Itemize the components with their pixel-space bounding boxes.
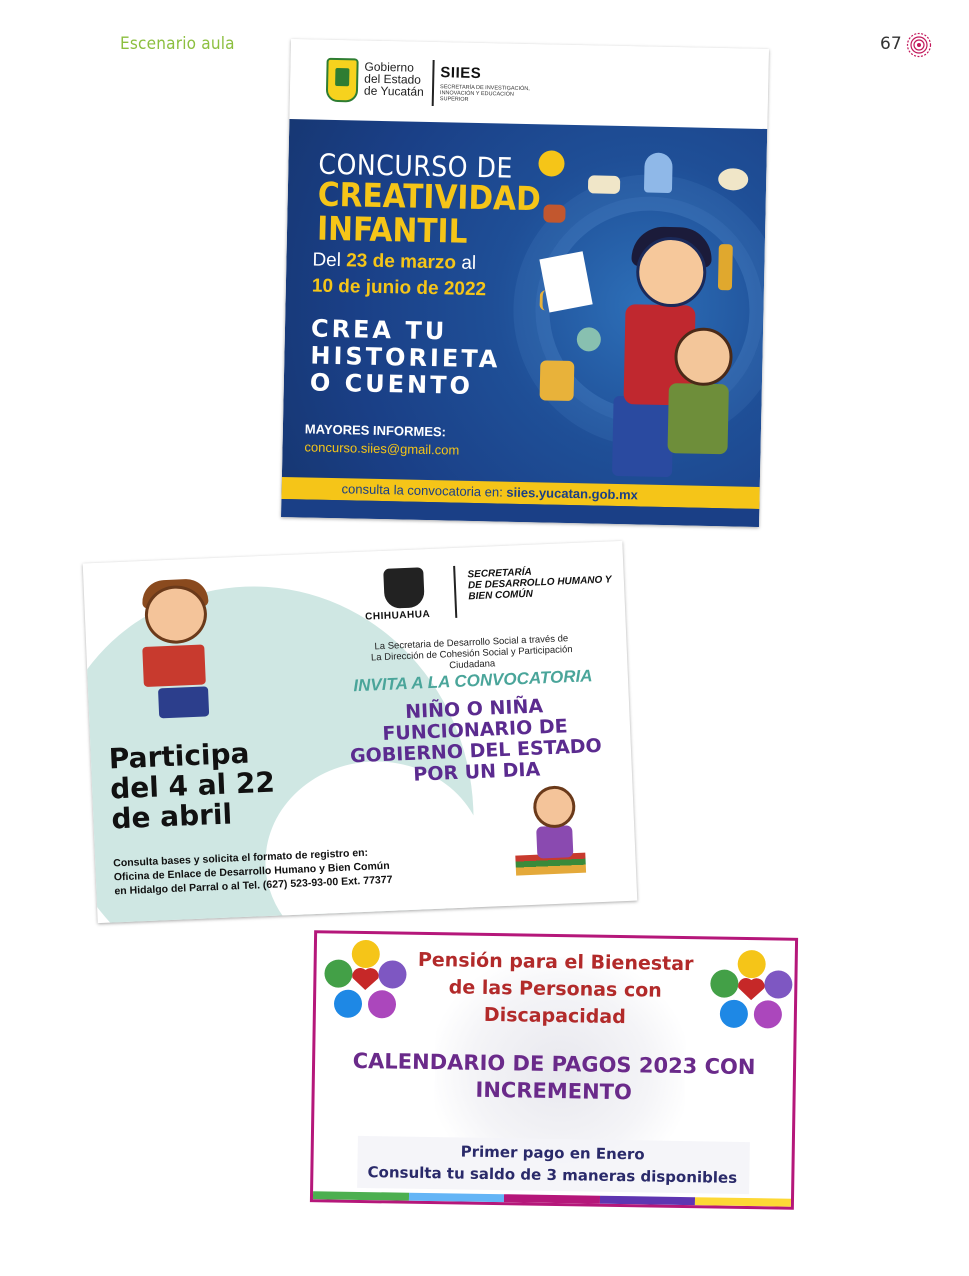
easel-icon: [539, 360, 575, 402]
girl-reading-head: [532, 785, 577, 829]
stripe-segment: [695, 1197, 791, 1207]
saxophone-icon: [717, 244, 733, 291]
yucatan-seal-icon: [325, 57, 359, 103]
stripe-segment: [312, 1191, 409, 1201]
boy-reading-legs: [157, 686, 210, 719]
payment-calendar-heading: CALENDARIO DE PAGOS 2023 CON INCREMENTO: [352, 1048, 756, 1105]
camera-icon: [543, 204, 566, 223]
book-icon: [587, 175, 621, 194]
concentric-circles-icon: [906, 32, 932, 58]
participation-dates: Participa del 4 al 22 de abril: [108, 736, 276, 836]
boy-illustration-legs: [611, 395, 674, 478]
girl-illustration-body: [667, 383, 729, 455]
bust-statue-icon: [643, 152, 673, 194]
info-label: MAYORES INFORMES:: [304, 421, 447, 440]
page-number: 67: [880, 34, 902, 54]
chihuahua-shield-icon: [383, 567, 425, 609]
contest-call-to-action: CREA TU HISTORIETA O CUENTO: [309, 314, 501, 400]
stripe-segment: [599, 1195, 696, 1206]
state-name: CHIHUAHUA: [364, 608, 431, 623]
stripe-segment: [504, 1194, 600, 1204]
poster-pension-discapacidad: Pensión para el Bienestar de las Persona…: [309, 930, 799, 1210]
siies-subtitle: SECRETARÍA DE INVESTIGACIÓN, INNOVACIÓN …: [439, 84, 530, 103]
contest-title-main: CREATIVIDAD INFANTIL: [316, 174, 542, 251]
poster-funcionario-por-un-dia: CHIHUAHUA SECRETARÍA DE DESARROLLO HUMAN…: [82, 540, 638, 924]
poster-header: [289, 39, 769, 130]
siies-logo-text: SIIES: [440, 64, 482, 83]
divider: [453, 565, 458, 618]
contest-dates: Del 23 de marzo al 10 de junio de 2022: [311, 249, 487, 301]
section-title: Escenario aula: [120, 34, 235, 54]
red-book-icon: [142, 644, 206, 688]
program-title: NIÑO O NIÑA FUNCIONARIO DE GOBIERNO DEL …: [349, 695, 603, 786]
pension-title: Pensión para el Bienestar de las Persona…: [417, 948, 694, 1029]
payment-info: Primer pago en Enero Consulta tu saldo d…: [367, 1142, 738, 1187]
stripe-segment: [408, 1192, 505, 1203]
girl-reading-body: [536, 825, 574, 859]
poster-creatividad-infantil: Gobierno del Estado de Yucatán SIIES SEC…: [281, 39, 769, 527]
contact-email: concurso.siies@gmail.com: [304, 439, 460, 458]
